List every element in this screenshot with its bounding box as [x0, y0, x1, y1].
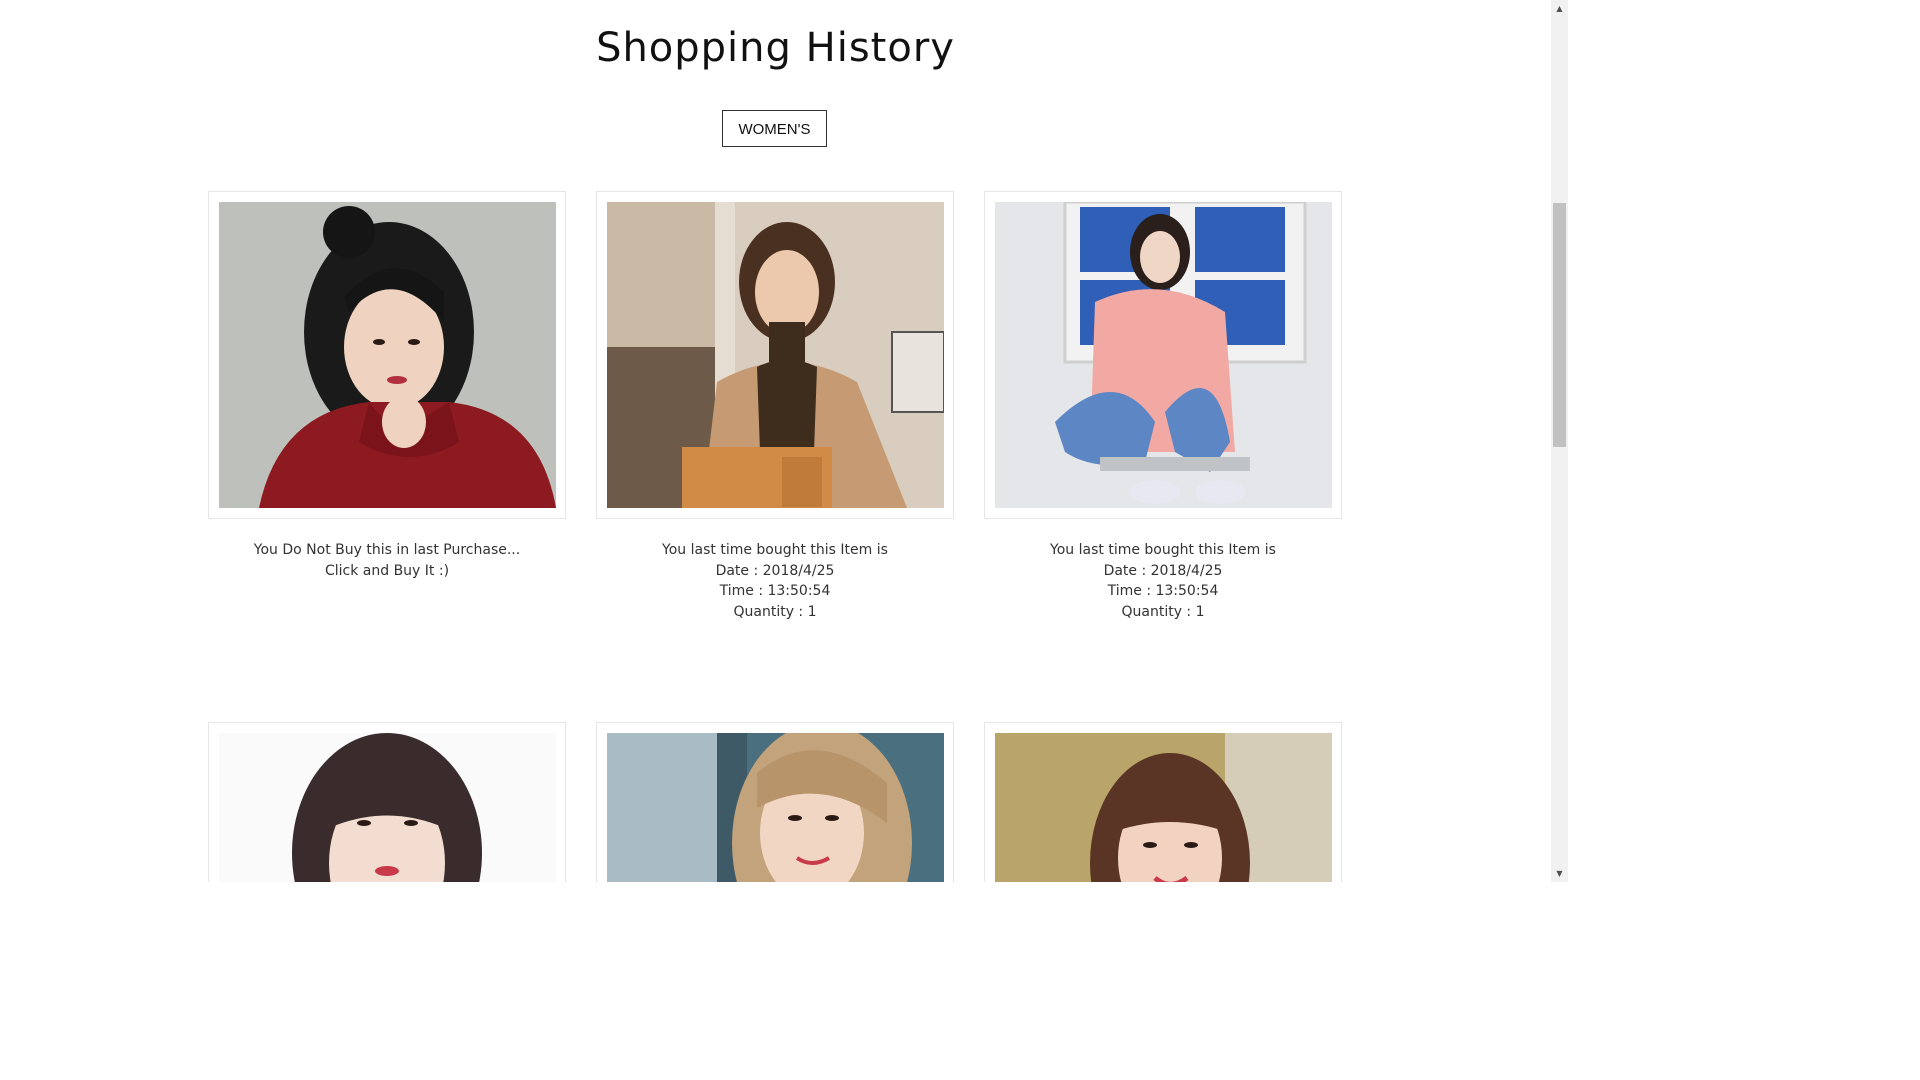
woman-blonde-outdoor-photo[interactable] — [607, 733, 944, 882]
woman-red-sweater-photo[interactable] — [219, 202, 556, 508]
purchase-caption: You last time bought this Item is Date :… — [596, 540, 954, 622]
product-image-frame[interactable] — [984, 722, 1342, 882]
caption-line: Date : 2018/4/25 — [715, 562, 835, 579]
product-card[interactable]: You Do Not Buy this in last Purchase... … — [208, 191, 566, 581]
caption-line: You Do Not Buy this in last Purchase... — [253, 542, 521, 558]
caption-line: Time : 13:50:54 — [1107, 583, 1219, 599]
purchase-caption: You last time bought this Item is Date :… — [984, 540, 1342, 622]
woman-white-top-photo[interactable] — [219, 733, 556, 882]
caption-line: Quantity : 1 — [733, 603, 817, 620]
caption-line: Quantity : 1 — [1121, 603, 1205, 620]
caption-line: Time : 13:50:54 — [719, 583, 831, 599]
caption-line: You last time bought this Item is — [1050, 542, 1276, 558]
product-image-frame[interactable] — [208, 191, 566, 519]
womens-filter-button[interactable]: WOMEN'S — [722, 110, 827, 147]
product-card[interactable] — [596, 722, 954, 882]
product-card[interactable]: You last time bought this Item is Date :… — [984, 191, 1342, 622]
page-title: Shopping History — [596, 25, 955, 71]
triangle-down-icon[interactable]: ▼ — [1551, 865, 1568, 882]
woman-bangs-smiling-photo[interactable] — [995, 733, 1332, 882]
caption-line: Date : 2018/4/25 — [1103, 562, 1223, 579]
caption-line: Click and Buy It :) — [324, 562, 450, 579]
scrollbar-thumb[interactable] — [1553, 203, 1566, 447]
woman-pink-jacket-photo[interactable] — [995, 202, 1332, 508]
product-image-frame[interactable] — [596, 191, 954, 519]
product-card[interactable] — [208, 722, 566, 882]
vertical-scrollbar[interactable]: ▲ ▼ — [1551, 0, 1568, 882]
triangle-up-icon[interactable]: ▲ — [1551, 0, 1568, 17]
product-image-frame[interactable] — [596, 722, 954, 882]
shopping-history-page: Shopping History WOMEN'S You Do Not Buy … — [0, 0, 1551, 882]
purchase-caption: You Do Not Buy this in last Purchase... … — [208, 540, 566, 581]
caption-line: You last time bought this Item is — [662, 542, 888, 558]
product-card[interactable]: You last time bought this Item is Date :… — [596, 191, 954, 622]
woman-camel-coat-photo[interactable] — [607, 202, 944, 508]
product-card[interactable] — [984, 722, 1342, 882]
product-image-frame[interactable] — [984, 191, 1342, 519]
product-image-frame[interactable] — [208, 722, 566, 882]
